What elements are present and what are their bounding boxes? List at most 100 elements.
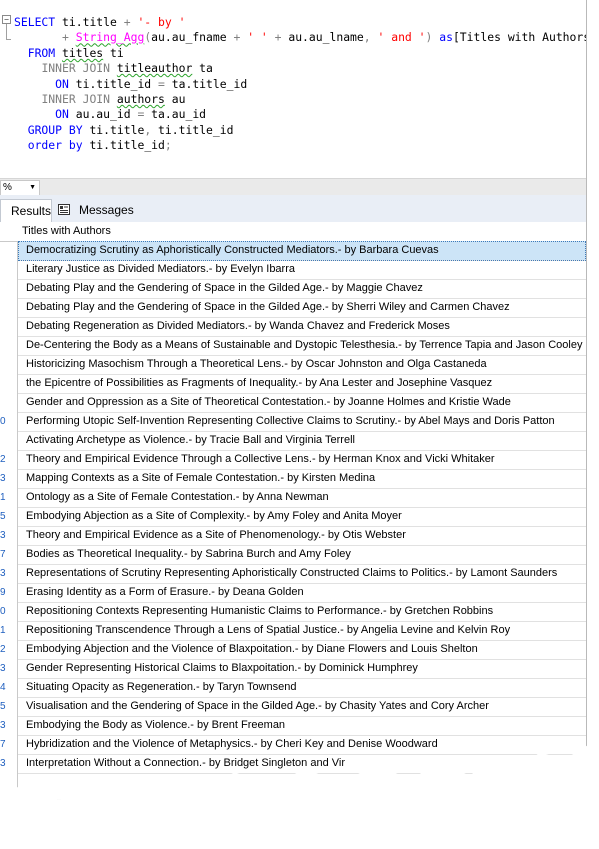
table-row[interactable]: Historicizing Masochism Through a Theore… (18, 355, 586, 375)
cell-title-with-authors[interactable]: Interpretation Without a Connection.- by… (18, 757, 345, 769)
row-number[interactable]: 9 (0, 583, 17, 602)
table-row[interactable]: Debating Play and the Gendering of Space… (18, 298, 586, 318)
query-editor[interactable]: − SELECT ti.title + '- by ' + String_Agg… (0, 0, 586, 178)
cell-title-with-authors[interactable]: Literary Justice as Divided Mediators.- … (18, 263, 295, 275)
code-line[interactable]: + String_Agg(au.au_fname + ' ' + au.au_l… (14, 30, 586, 45)
table-row[interactable]: Erasing Identity as a Form of Erasure.- … (18, 583, 586, 603)
cell-title-with-authors[interactable]: Performing Utopic Self-Invention Represe… (18, 415, 555, 427)
code-line[interactable]: GROUP BY ti.title, ti.title_id (14, 123, 586, 138)
cell-title-with-authors[interactable]: the Epicentre of Possibilities as Fragme… (18, 377, 492, 389)
code-line[interactable]: INNER JOIN authors au (14, 92, 586, 107)
cell-title-with-authors[interactable]: Visualisation and the Gendering of Space… (18, 700, 489, 712)
cell-title-with-authors[interactable]: Embodying Abjection and the Violence of … (18, 643, 478, 655)
table-row[interactable]: Embodying the Body as Violence.- by Bren… (18, 716, 586, 736)
row-number[interactable]: 0 (0, 602, 17, 621)
row-number[interactable] (0, 393, 17, 412)
table-row[interactable]: Mapping Contexts as a Site of Female Con… (18, 469, 586, 489)
table-row[interactable]: Theory and Empirical Evidence Through a … (18, 450, 586, 470)
code-line[interactable]: SELECT ti.title + '- by ' (14, 15, 586, 30)
cell-title-with-authors[interactable]: Representations of Scrutiny Representing… (18, 567, 557, 579)
table-row[interactable]: Representations of Scrutiny Representing… (18, 564, 586, 584)
cell-title-with-authors[interactable]: Democratizing Scrutiny as Aphoristically… (18, 244, 439, 256)
cell-title-with-authors[interactable]: Activating Archetype as Violence.- by Tr… (18, 434, 355, 446)
cell-title-with-authors[interactable]: Situating Opacity as Regeneration.- by T… (18, 681, 296, 693)
row-number[interactable] (0, 355, 17, 374)
cell-title-with-authors[interactable]: Debating Regeneration as Divided Mediato… (18, 320, 450, 332)
cell-title-with-authors[interactable]: Erasing Identity as a Form of Erasure.- … (18, 586, 304, 598)
row-number[interactable]: 3 (0, 469, 17, 488)
column-header-titles-with-authors[interactable]: Titles with Authors (18, 222, 111, 241)
results-grid[interactable]: 023153739012345373 Titles with Authors D… (0, 222, 586, 800)
table-row[interactable]: Situating Opacity as Regeneration.- by T… (18, 678, 586, 698)
table-row[interactable]: Ontology as a Site of Female Contestatio… (18, 488, 586, 508)
cell-title-with-authors[interactable]: Repositioning Transcendence Through a Le… (18, 624, 510, 636)
row-number[interactable] (0, 317, 17, 336)
table-row[interactable]: Bodies as Theoretical Inequality.- by Sa… (18, 545, 586, 565)
table-row[interactable]: Repositioning Transcendence Through a Le… (18, 621, 586, 641)
code-line[interactable]: ON ti.title_id = ta.title_id (14, 77, 586, 92)
row-number[interactable]: 4 (0, 678, 17, 697)
row-number[interactable]: 1 (0, 621, 17, 640)
row-number[interactable]: 3 (0, 754, 17, 773)
row-number[interactable]: 2 (0, 640, 17, 659)
table-row[interactable]: Gender Representing Historical Claims to… (18, 659, 586, 679)
table-row[interactable]: De-Centering the Body as a Means of Sust… (18, 336, 586, 356)
table-row[interactable]: Performing Utopic Self-Invention Represe… (18, 412, 586, 432)
cell-title-with-authors[interactable]: Hybridization and the Violence of Metaph… (18, 738, 438, 750)
row-number[interactable]: 3 (0, 716, 17, 735)
collapse-icon[interactable]: − (2, 15, 11, 24)
row-number[interactable]: 2 (0, 450, 17, 469)
tab-messages[interactable]: Messages (55, 199, 134, 221)
cell-title-with-authors[interactable]: Embodying Abjection as a Site of Complex… (18, 510, 402, 522)
row-number[interactable] (0, 336, 17, 355)
cell-title-with-authors[interactable]: Theory and Empirical Evidence as a Site … (18, 529, 406, 541)
cell-title-with-authors[interactable]: Embodying the Body as Violence.- by Bren… (18, 719, 285, 731)
row-number[interactable] (0, 260, 17, 279)
table-row[interactable]: Hybridization and the Violence of Metaph… (18, 735, 586, 755)
row-number[interactable] (0, 374, 17, 393)
row-number[interactable]: 5 (0, 507, 17, 526)
table-row[interactable]: Gender and Oppression as a Site of Theor… (18, 393, 586, 413)
cell-title-with-authors[interactable]: Ontology as a Site of Female Contestatio… (18, 491, 329, 503)
code-line[interactable]: FROM titles ti (14, 46, 586, 61)
row-number[interactable]: 3 (0, 526, 17, 545)
row-number[interactable] (0, 431, 17, 450)
row-number[interactable] (0, 279, 17, 298)
cell-title-with-authors[interactable]: Gender Representing Historical Claims to… (18, 662, 418, 674)
cell-title-with-authors[interactable]: Gender and Oppression as a Site of Theor… (18, 396, 511, 408)
table-row[interactable]: Literary Justice as Divided Mediators.- … (18, 260, 586, 280)
row-number[interactable]: 1 (0, 488, 17, 507)
row-number[interactable]: 5 (0, 697, 17, 716)
row-number[interactable]: 7 (0, 545, 17, 564)
row-number[interactable]: 0 (0, 412, 17, 431)
cell-title-with-authors[interactable]: Theory and Empirical Evidence Through a … (18, 453, 495, 465)
table-row[interactable]: the Epicentre of Possibilities as Fragme… (18, 374, 586, 394)
cell-title-with-authors[interactable]: Historicizing Masochism Through a Theore… (18, 358, 487, 370)
code-line[interactable]: order by ti.title_id; (14, 138, 586, 153)
row-number[interactable]: 7 (0, 735, 17, 754)
row-number[interactable]: 3 (0, 659, 17, 678)
cell-title-with-authors[interactable]: Repositioning Contexts Representing Huma… (18, 605, 493, 617)
row-number[interactable] (0, 298, 17, 317)
table-row[interactable]: Debating Play and the Gendering of Space… (18, 279, 586, 299)
cell-title-with-authors[interactable]: Bodies as Theoretical Inequality.- by Sa… (18, 548, 351, 560)
table-row[interactable]: Activating Archetype as Violence.- by Tr… (18, 431, 586, 451)
cell-title-with-authors[interactable]: Debating Play and the Gendering of Space… (18, 282, 423, 294)
zoom-dropdown[interactable]: % ▼ (0, 180, 40, 196)
table-row[interactable]: Interpretation Without a Connection.- by… (18, 754, 586, 774)
table-row[interactable]: Embodying Abjection and the Violence of … (18, 640, 586, 660)
cell-title-with-authors[interactable]: Debating Play and the Gendering of Space… (18, 301, 510, 313)
code-line[interactable]: ON au.au_id = ta.au_id (14, 107, 586, 122)
table-row[interactable]: Theory and Empirical Evidence as a Site … (18, 526, 586, 546)
cell-title-with-authors[interactable]: Mapping Contexts as a Site of Female Con… (18, 472, 375, 484)
tab-results[interactable]: Results (0, 199, 52, 222)
row-number[interactable]: 3 (0, 564, 17, 583)
row-number[interactable] (0, 241, 17, 260)
table-row[interactable]: Debating Regeneration as Divided Mediato… (18, 317, 586, 337)
table-row[interactable]: Visualisation and the Gendering of Space… (18, 697, 586, 717)
cell-title-with-authors[interactable]: De-Centering the Body as a Means of Sust… (18, 339, 582, 351)
code-line[interactable]: INNER JOIN titleauthor ta (14, 61, 586, 76)
table-row[interactable]: Repositioning Contexts Representing Huma… (18, 602, 586, 622)
table-row[interactable]: Embodying Abjection as a Site of Complex… (18, 507, 586, 527)
sql-code[interactable]: SELECT ti.title + '- by ' + String_Agg(a… (14, 15, 586, 154)
